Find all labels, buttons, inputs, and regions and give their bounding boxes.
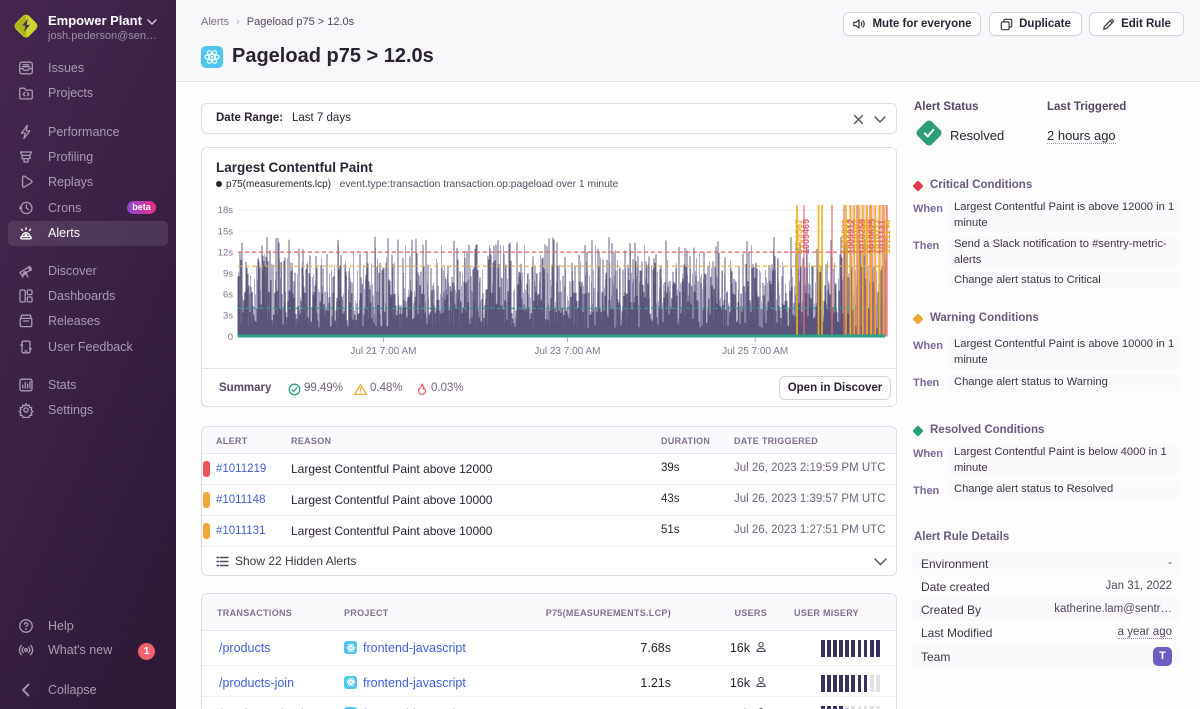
svg-text:3s: 3s (223, 311, 233, 322)
svg-text:Jul 23 7:00 AM: Jul 23 7:00 AM (534, 346, 600, 357)
svg-text:18s: 18s (218, 205, 234, 216)
svg-text:Jul 21 7:00 AM: Jul 21 7:00 AM (350, 346, 416, 357)
svg-text:Jul 25 7:00 AM: Jul 25 7:00 AM (722, 346, 788, 357)
svg-text:12s: 12s (218, 247, 234, 258)
svg-text:1009469: 1009469 (801, 219, 811, 254)
svg-text:0: 0 (228, 332, 233, 343)
svg-text:6s: 6s (223, 290, 233, 301)
svg-text:1011148: 1011148 (882, 220, 892, 254)
svg-text:15s: 15s (218, 226, 234, 237)
svg-text:9s: 9s (223, 269, 233, 280)
